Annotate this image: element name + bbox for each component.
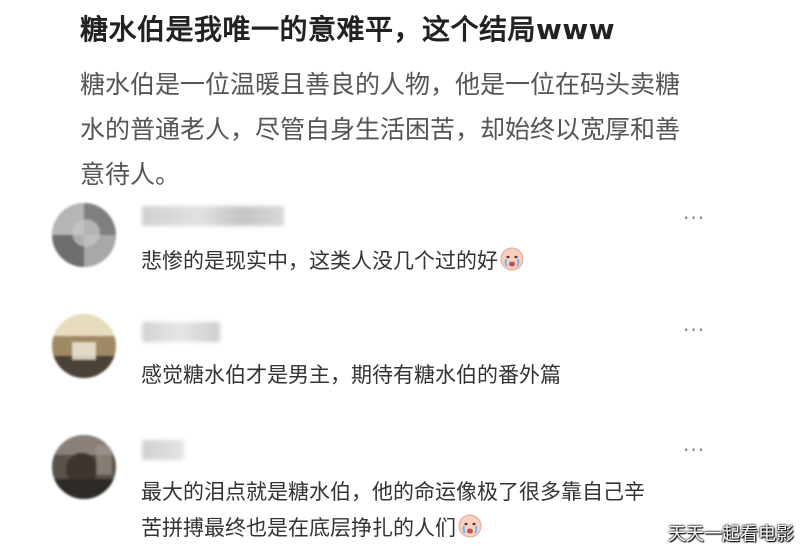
username-blurred[interactable] [142, 322, 220, 342]
post-body-line: 意待人。 [80, 160, 181, 189]
more-options-icon[interactable]: ··· [683, 440, 705, 460]
avatar[interactable] [52, 314, 116, 378]
post-body-line: 水的普通老人，尽管自身生活困苦，却始终以宽厚和善 [80, 115, 681, 144]
comment-text: 最大的泪点就是糖水伯，他的命运像极了很多靠自己辛 苦拼搏最终也是在底层挣扎的人们 [141, 474, 645, 546]
comment-text-line: 悲惨的是现实中，这类人没几个过的好 [141, 243, 525, 279]
more-options-icon[interactable]: ··· [683, 320, 705, 340]
username-blurred[interactable] [142, 440, 184, 460]
username-blurred[interactable] [142, 206, 284, 226]
more-options-icon[interactable]: ··· [683, 208, 705, 228]
comment-text: 悲惨的是现实中，这类人没几个过的好 [141, 243, 525, 279]
comment-text: 感觉糖水伯才是男主，期待有糖水伯的番外篇 [141, 357, 561, 393]
comment-text-line: 感觉糖水伯才是男主，期待有糖水伯的番外篇 [141, 363, 561, 387]
crying-face-icon [457, 513, 483, 539]
post-title: 糖水伯是我唯一的意难平，这个结局www [80, 13, 616, 46]
post-screenshot: 糖水伯是我唯一的意难平，这个结局www 糖水伯是一位温暖且善良的人物，他是一位在… [0, 0, 812, 555]
watermark: 天天一起看电影 [668, 524, 794, 545]
crying-face-icon [499, 246, 525, 272]
comment-text-line: 最大的泪点就是糖水伯，他的命运像极了很多靠自己辛 [141, 480, 645, 504]
avatar[interactable] [52, 435, 116, 499]
avatar[interactable] [52, 203, 116, 267]
post-body: 糖水伯是一位温暖且善良的人物，他是一位在码头卖糖 水的普通老人，尽管自身生活困苦… [80, 62, 780, 197]
post-body-line: 糖水伯是一位温暖且善良的人物，他是一位在码头卖糖 [80, 70, 681, 99]
comment-text-line: 苦拼搏最终也是在底层挣扎的人们 [141, 510, 645, 546]
